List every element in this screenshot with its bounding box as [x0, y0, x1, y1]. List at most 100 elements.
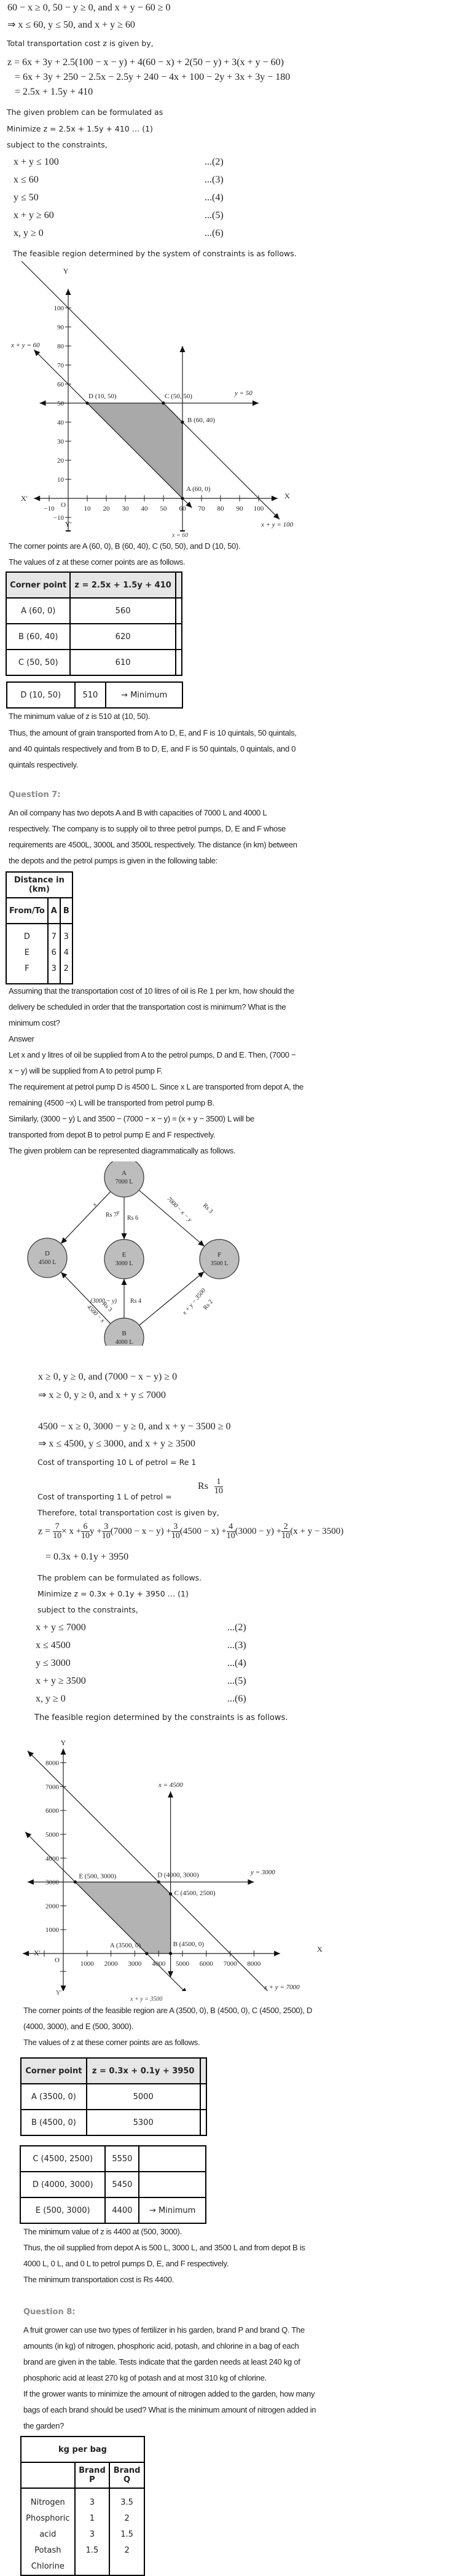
column-header: Brand P [74, 2462, 111, 2489]
column-header: z = 0.3x + 0.1y + 3950 [85, 2057, 201, 2084]
question-heading: Question 8: [23, 2307, 76, 2317]
column-header [174, 571, 183, 599]
cell-value: D [23, 932, 30, 941]
fraction-numerator: 3 [173, 1522, 178, 1531]
equation-prefix: z = [38, 1526, 53, 1537]
cell-value: 3 [63, 932, 69, 941]
flow-edge [60, 1191, 111, 1244]
corner-point-table: C (4500, 2500) 5550 D (4000, 3000) 5450 E (5… [19, 2145, 206, 2224]
paragraph: Cost of transporting 10 L of petrol = Re… [37, 1458, 197, 1467]
x-tick-label: 4000 [152, 1960, 166, 1968]
table-cell: DEF [6, 923, 49, 984]
edge-cost: Rs 7 [106, 1212, 117, 1219]
cell-value: 2 [63, 964, 69, 973]
node-d [27, 1238, 68, 1278]
y-axis-label: Y [61, 1738, 66, 1747]
y-tick-label: 5000 [45, 1831, 60, 1839]
line-y-50-arrowhead [39, 400, 46, 406]
column-header: z = 2.5x + 1.5y + 410 [69, 571, 176, 599]
line-label: y = 50 [234, 390, 253, 397]
table-cell [174, 597, 183, 624]
line-label: y = 3000 [250, 1869, 275, 1876]
y-tick-label: 80 [57, 343, 65, 350]
text-line: brand are given in the table. Tests indi… [23, 2357, 300, 2366]
table-cell: 610 [69, 649, 176, 676]
text-line: The requirement at petrol pump D is 4500… [9, 1082, 303, 1091]
cost-per-litre: Rs 1 10 [198, 1478, 223, 1496]
line-label: x + y = 3500 [130, 1996, 163, 2003]
table-cell: 7 6 3 [47, 923, 61, 984]
constraint-number: ...(6) [227, 1694, 246, 1704]
y-tick-label: 70 [57, 362, 65, 369]
paragraph: The problem can be formulated as follows… [37, 1573, 202, 1582]
paragraph: The values of z at these corner points a… [9, 557, 186, 567]
x-tick-label: 100 [254, 505, 264, 512]
corner-point-marker [169, 1892, 173, 1896]
text-line: Similarly, (3000 − y) L and 3500 − (7000… [9, 1114, 254, 1123]
fraction-denominator: 10 [101, 1531, 111, 1541]
edge-cost: Rs 3 [202, 1202, 214, 1215]
fraction-numerator: 2 [283, 1522, 288, 1531]
fraction: 3 10 [171, 1523, 180, 1541]
table-row: B (4500, 0) 5300 [20, 2109, 208, 2136]
cell-value: 7 [51, 932, 57, 941]
corner-point-table: D (10, 50) 510 → Minimum [6, 681, 183, 709]
text-line: amounts (in kg) of nitrogen, phosphoric … [23, 2341, 299, 2350]
paragraph: The values of z at these corner points a… [23, 2038, 200, 2047]
node-f [199, 1239, 240, 1279]
x-tick-label: −10 [44, 505, 55, 512]
fraction-denominator: 10 [81, 1531, 90, 1541]
inequality-line: x ≥ 0, y ≥ 0, and (7000 − x − y) ≥ 0 [38, 1372, 178, 1382]
constraint-number: ...(6) [205, 228, 224, 238]
equation-line: z = 6x + 3y + 2.5(100 − x − y) + 4(60 − … [7, 57, 284, 68]
table-cell: 3 1 3 1.5 [74, 2488, 111, 2576]
paragraph: The minimum value of z is 4400 at (500, … [23, 2227, 182, 2236]
inequality-line: 60 − x ≥ 0, 50 − y ≥ 0, and x + y − 60 ≥… [7, 2, 171, 13]
cell-value: 1.5 [85, 2546, 99, 2555]
cell-value: 3 [51, 964, 57, 973]
equation-line: = 2.5x + 1.5y + 410 [15, 87, 93, 97]
paragraph: The given problem can be formulated as [7, 108, 163, 117]
x-tick-label: 6000 [200, 1960, 214, 1968]
text-line: Assuming that the transportation cost of… [9, 986, 294, 995]
table-cell: 560 [69, 597, 176, 624]
constraint-number: ...(4) [205, 192, 224, 203]
table-row: C (4500, 2500) 5550 [19, 2145, 206, 2172]
paragraph: Cost of transporting 1 L of petrol = [37, 1492, 172, 1501]
paragraph: Therefore, total transportation cost is … [37, 1508, 219, 1517]
paragraph: Minimize z = 0.3x + 0.1y + 3950 … (1) [37, 1589, 189, 1598]
table-cell: → Minimum [138, 2197, 206, 2224]
constraint-expression: x + y ≤ 100 [14, 157, 59, 167]
table-cell: 510 [74, 681, 107, 709]
table-cell [174, 649, 183, 676]
fraction-numerator: 6 [83, 1522, 88, 1531]
table-header-row: Corner point z = 0.3x + 0.1y + 3950 [20, 2057, 208, 2084]
edge-quantity: (3000 − y) [90, 1298, 117, 1305]
equation-term: × x + [61, 1526, 82, 1536]
line-label: x + y = 60 [10, 342, 40, 349]
y-axis-label: Y [63, 267, 69, 275]
table-title-row: kg per bag [20, 2436, 145, 2463]
y-tick-label: 20 [57, 457, 65, 465]
text-line: minimum cost? [9, 1018, 60, 1027]
cell-value: 3 [89, 2530, 95, 2539]
corner-point-marker [181, 497, 184, 500]
y-tick-label: 8000 [45, 1760, 60, 1767]
y-tick-label: 50 [57, 400, 65, 407]
column-header [20, 2462, 76, 2489]
fraction-numerator: 1 [216, 1477, 221, 1486]
table-cell: 5450 [104, 2171, 140, 2198]
table-cell: → Minimum [105, 681, 183, 709]
table-cell: B (4500, 0) [20, 2109, 87, 2136]
corner-point-marker [162, 401, 165, 405]
constraint-number: ...(4) [227, 1658, 246, 1668]
table-header-row: Brand P Brand Q [20, 2462, 145, 2489]
table-cell [138, 2145, 206, 2172]
paragraph: and 40 quintals respectively and from B … [9, 744, 296, 753]
corner-point-marker [145, 1952, 149, 1955]
y-axis-neg-label: Y' [65, 520, 72, 528]
origin-label: O [55, 1957, 60, 1964]
feasible-region-graph: 1000 2000 3000 4000 5000 6000 7000 8000 8000 7000… [23, 1738, 323, 1991]
flow-arrowhead [121, 1279, 127, 1285]
node-capacity: 4500 L [39, 1259, 57, 1266]
